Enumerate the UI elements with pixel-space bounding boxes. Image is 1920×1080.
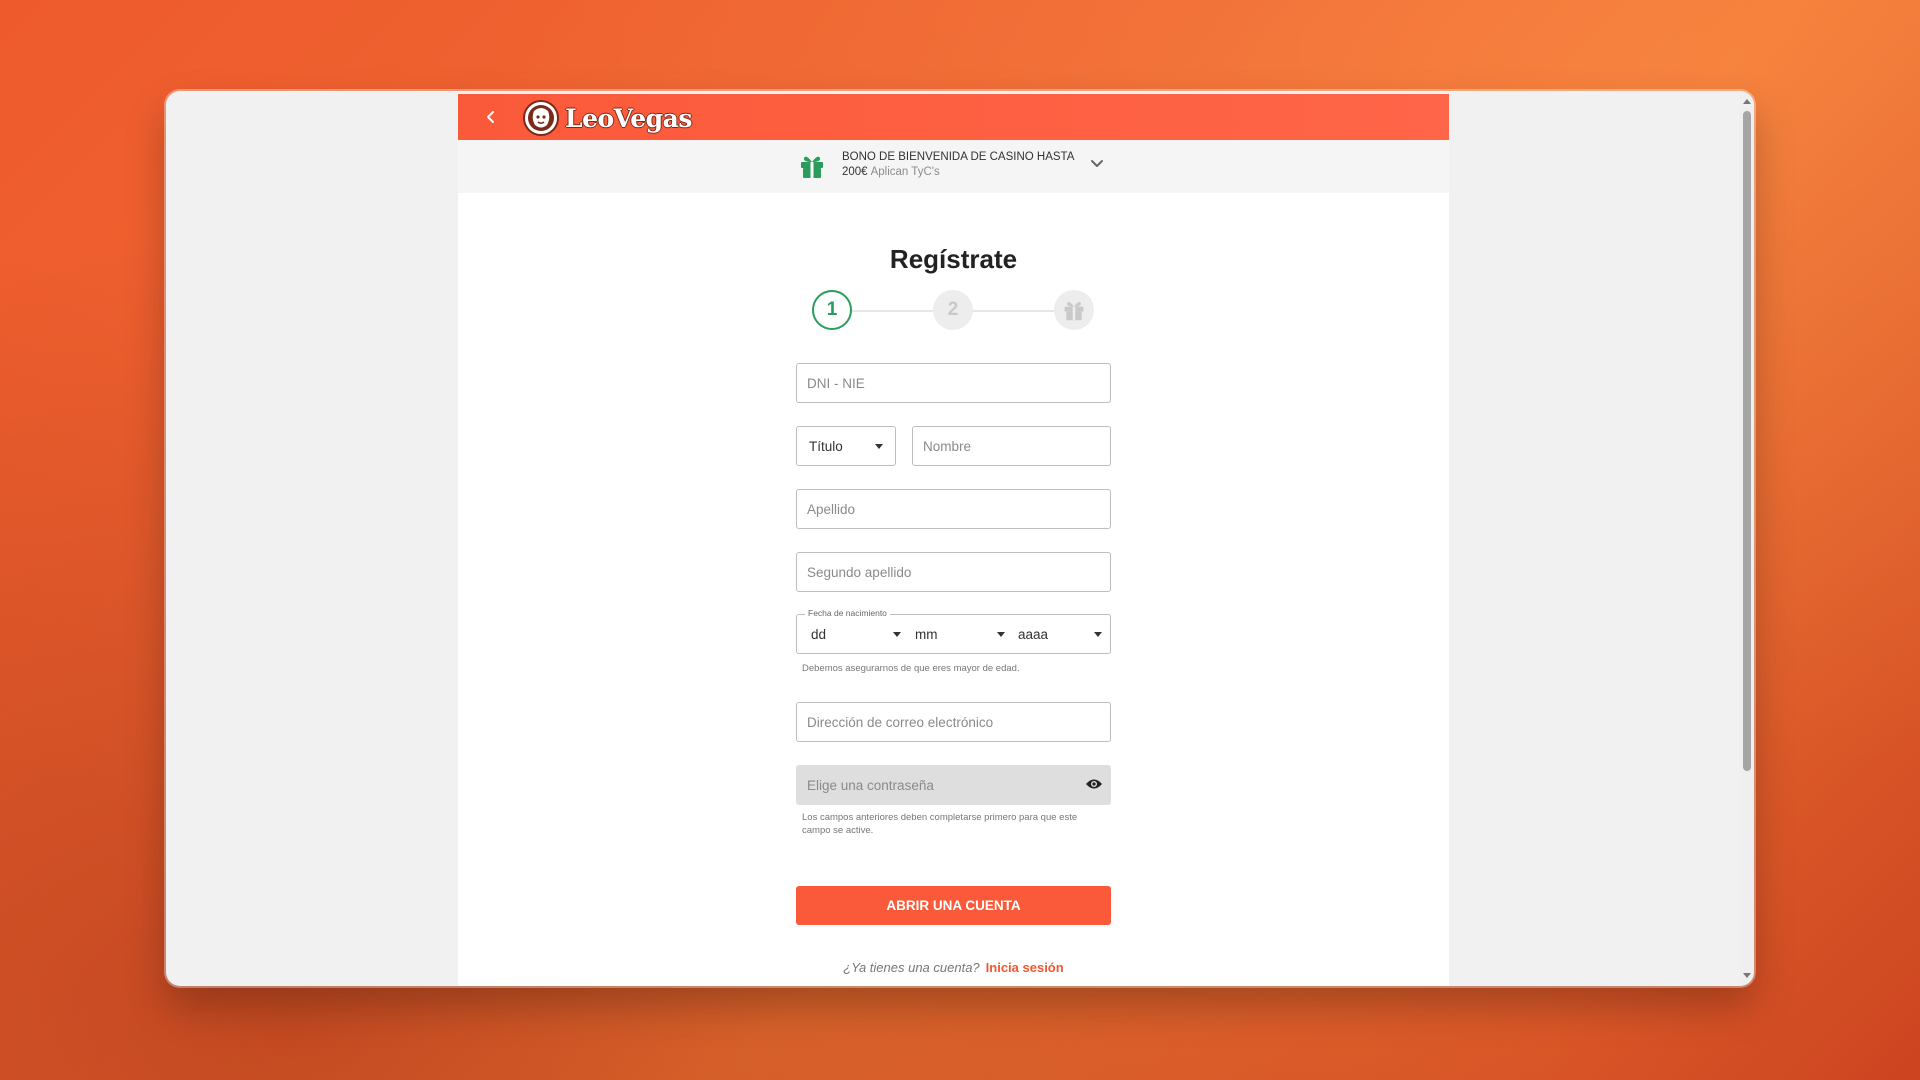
title-select-value: Título [809,438,843,454]
date-of-birth-field: Fecha de nacimiento dd mm aaaa [796,608,1111,654]
step-bonus [1054,290,1094,330]
dni-input[interactable] [797,364,1110,402]
back-button[interactable] [476,102,506,132]
caret-down-icon [893,631,901,637]
gift-icon [801,156,823,178]
dob-day-select[interactable]: dd [811,615,901,653]
dni-field[interactable] [796,363,1111,403]
apellido-input[interactable] [797,490,1110,528]
vertical-scrollbar[interactable] [1740,91,1754,986]
leovegas-logo[interactable]: LeoVegas [522,98,692,138]
step-connector [852,310,933,312]
segundo-apellido-input[interactable] [797,553,1110,591]
scroll-down-arrow-icon[interactable] [1743,973,1751,978]
email-field[interactable] [796,702,1111,742]
welcome-bonus-banner[interactable]: BONO DE BIENVENIDA DE CASINO HASTA 200€ A… [458,140,1449,193]
login-prompt: ¿Ya tienes una cuenta? Inicia sesión [458,960,1449,975]
password-input [797,766,1110,804]
scroll-thumb[interactable] [1743,111,1751,771]
registration-steps: 1 2 [812,290,1094,332]
open-account-button[interactable]: ABRIR UNA CUENTA [796,886,1111,925]
apellido-field[interactable] [796,489,1111,529]
dob-month-select[interactable]: mm [915,615,1005,653]
chevron-down-icon[interactable] [1088,154,1106,172]
eye-icon[interactable] [1085,777,1103,791]
gift-icon [1064,302,1084,321]
dob-day-value: dd [811,626,827,642]
login-question: ¿Ya tienes una cuenta? [843,960,980,975]
scroll-up-arrow-icon[interactable] [1743,99,1751,104]
caret-down-icon [1094,631,1102,637]
title-select[interactable]: Título [796,426,896,466]
step-connector [973,310,1054,312]
password-field [796,765,1111,805]
top-bar: LeoVegas [458,94,1449,140]
promo-title: BONO DE BIENVENIDA DE CASINO HASTA [842,151,1075,163]
browser-window: LeoVegas BONO DE BIENVENIDA DE CASINO HA… [166,91,1754,986]
promo-subline: 200€ Aplican TyC's [842,166,940,178]
dob-month-value: mm [915,626,938,642]
password-hint: Los campos anteriores deben completarse … [802,812,1078,836]
nombre-input[interactable] [913,427,1110,465]
segundo-apellido-field[interactable] [796,552,1111,592]
page-title: Regístrate [889,244,1018,274]
step-2: 2 [933,290,973,330]
dob-year-select[interactable]: aaaa [1018,615,1102,653]
login-link[interactable]: Inicia sesión [986,960,1064,975]
caret-down-icon [997,631,1005,637]
email-input[interactable] [797,703,1110,741]
logo-wordmark: LeoVegas [565,103,692,133]
step-1: 1 [812,290,852,330]
chevron-left-icon [487,111,494,123]
nombre-field[interactable] [912,426,1111,466]
dob-hint: Debemos asegurarnos de que eres mayor de… [802,663,1020,674]
lion-logo-icon [523,100,559,136]
dob-year-value: aaaa [1018,626,1049,642]
caret-down-icon [875,443,883,449]
promo-amount: 200€ [842,166,868,178]
registration-page: LeoVegas BONO DE BIENVENIDA DE CASINO HA… [458,94,1449,986]
promo-terms[interactable]: Aplican TyC's [871,166,940,178]
